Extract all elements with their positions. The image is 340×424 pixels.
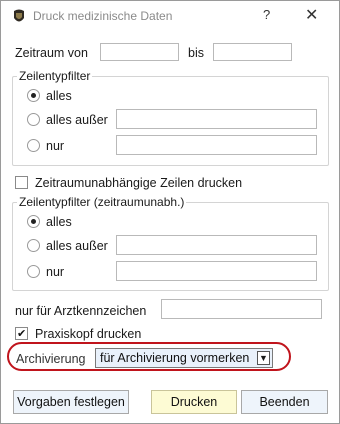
title-bar: Druck medizinische Daten ? ✕ — [1, 1, 339, 32]
zeitraum-bis-input[interactable] — [213, 43, 292, 61]
zeilentypfilter-radio-alles-ausser[interactable] — [27, 113, 40, 126]
zeitraum-von-label: Zeitraum von — [15, 46, 88, 60]
close-button[interactable]: ✕ — [305, 5, 318, 25]
zeilentypfilter-unabh-option-alles: alles — [46, 215, 72, 229]
zeilentypfilter-unabh-ausser-input[interactable] — [116, 235, 317, 255]
chevron-down-icon[interactable]: ▼ — [257, 351, 270, 365]
print-dialog-window: Druck medizinische Daten ? ✕ Zeitraum vo… — [0, 0, 340, 424]
zeilentypfilter-ausser-input[interactable] — [116, 109, 317, 129]
drucken-button[interactable]: Drucken — [151, 390, 237, 414]
arztkennzeichen-input[interactable] — [161, 299, 322, 319]
zeilentypfilter-unabh-radio-nur[interactable] — [27, 265, 40, 278]
vorgaben-festlegen-button[interactable]: Vorgaben festlegen — [13, 390, 129, 414]
zeilentypfilter-unabh-nur-input[interactable] — [116, 261, 317, 281]
zeitraum-bis-label: bis — [188, 46, 204, 60]
zeilentypfilter-radio-nur[interactable] — [27, 139, 40, 152]
zeilentypfilter-radio-alles[interactable] — [27, 89, 40, 102]
window-title: Druck medizinische Daten — [33, 9, 173, 23]
zeilentypfilter-option-nur: nur — [46, 139, 65, 153]
zeilentypfilter-unabh-option-alles-ausser: alles außer — [46, 239, 108, 253]
praxiskopf-label: Praxiskopf drucken — [35, 327, 142, 341]
archivierung-select[interactable]: für Archivierung vormerken ▼ — [95, 348, 273, 368]
zeilentypfilter-legend: Zeilentypfilter — [19, 69, 91, 83]
zeilentypfilter-option-alles-ausser: alles außer — [46, 113, 108, 127]
zeilentypfilter-unabh-radio-alles[interactable] — [27, 215, 40, 228]
zeilentypfilter-option-alles: alles — [46, 89, 72, 103]
zeilentypfilter-unabh-legend: Zeilentypfilter (zeitraumunabh.) — [19, 195, 185, 209]
beenden-button[interactable]: Beenden — [241, 390, 328, 414]
zeilentypfilter-unabh-option-nur: nur — [46, 265, 65, 279]
archivierung-label: Archivierung — [16, 352, 86, 366]
app-icon — [14, 9, 24, 22]
help-button[interactable]: ? — [263, 7, 270, 22]
praxiskopf-checkbox[interactable]: ✔ — [15, 327, 28, 340]
zeilentypfilter-unabh-radio-alles-ausser[interactable] — [27, 239, 40, 252]
zeilentypfilter-nur-input[interactable] — [116, 135, 317, 155]
zeitraumunabhaengig-checkbox[interactable] — [15, 176, 28, 189]
zeitraum-von-input[interactable] — [100, 43, 179, 61]
archivierung-selected-value: für Archivierung vormerken — [100, 351, 250, 365]
arztkennzeichen-label: nur für Arztkennzeichen — [15, 304, 147, 318]
zeitraumunabhaengig-label: Zeitraumunabhängige Zeilen drucken — [35, 176, 243, 190]
checkmark-icon: ✔ — [17, 328, 27, 340]
